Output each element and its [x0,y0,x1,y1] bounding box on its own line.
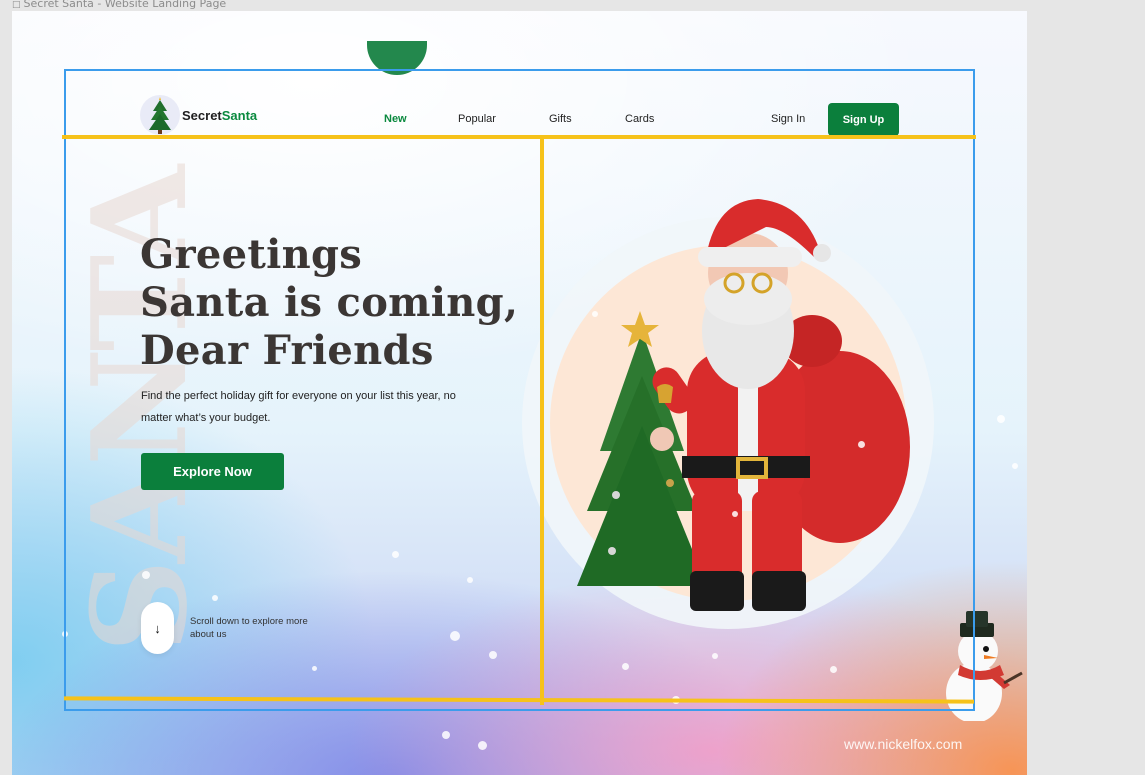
hero-title-line: Dear Friends [140,327,434,374]
snowflake [450,631,460,641]
snowflake [212,595,218,601]
frame-label: □ Secret Santa - Website Landing Page [12,0,226,10]
brand-name-part2: Santa [221,107,258,123]
snowflake [392,551,399,558]
snowflake [1012,463,1018,469]
frame-title: Secret Santa - Website Landing Page [23,0,227,10]
santa-illustration [522,199,934,629]
christmas-tree-icon [140,95,180,135]
nav-item-new[interactable]: New [384,113,407,125]
credit-link[interactable]: www.nickelfox.com [844,736,962,752]
nav-item-gifts[interactable]: Gifts [549,113,572,125]
brand-name-part1: Secret [182,107,222,123]
hero-subtitle: Find the perfect holiday gift for everyo… [141,390,456,424]
hero-title-line: Greetings [140,231,363,278]
brand-name: SecretSanta [182,108,257,123]
snowflake [712,653,718,659]
scroll-hint: Scroll down to explore more about us [190,616,308,640]
sign-up-button[interactable]: Sign Up [828,103,899,136]
frame-icon: □ [12,0,21,10]
snowflake [622,663,629,670]
snowflake [467,577,473,583]
arrow-down-icon: ↓ [154,620,161,636]
snowflake [62,631,68,637]
scroll-down-button[interactable]: ↓ [141,602,174,654]
snowflake [592,311,598,317]
decorative-arc [367,41,427,75]
snowflake [312,666,317,671]
snowflake [142,571,150,579]
nav-item-popular[interactable]: Popular [458,113,496,125]
snowflake [489,651,497,659]
brand-logo[interactable]: SecretSanta [140,95,257,135]
snowflake [442,731,450,739]
snowflake [672,696,680,704]
sign-in-link[interactable]: Sign In [771,113,805,125]
snowflake [830,666,837,673]
snowman-icon [946,611,1023,721]
snowflake [997,415,1005,423]
snowflake [858,441,865,448]
explore-now-button[interactable]: Explore Now [141,453,284,490]
snowflake [478,741,487,750]
snowflake [732,511,738,517]
landing-artboard: SANTA SecretSanta New Popular Gifts Card… [12,11,1027,775]
hero-title: Greetings Santa is coming, Dear Friends [140,231,518,375]
nav-item-cards[interactable]: Cards [625,113,654,125]
hero-title-line: Santa is coming, [140,279,519,326]
layout-guide-bottom [63,696,975,704]
